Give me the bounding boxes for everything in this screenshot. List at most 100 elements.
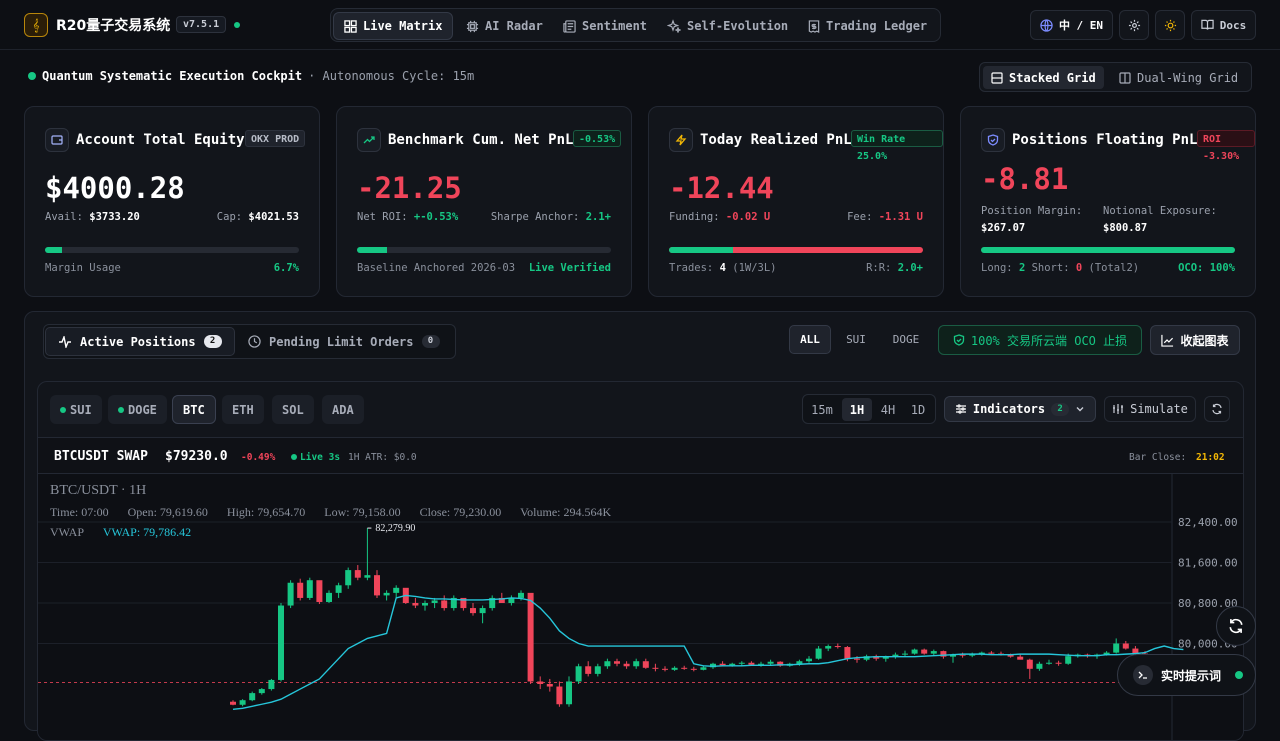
candle-body (527, 592, 534, 682)
candle-body (662, 668, 668, 670)
atr-value: 1H ATR: $0.0 (348, 452, 417, 463)
bar-close-label: Bar Close: (1129, 452, 1187, 463)
margin-usage-footer: Margin Usage 6.7% (45, 262, 299, 274)
newspaper-icon (563, 19, 576, 33)
prompt-status-dot (1235, 671, 1244, 679)
nav-live-matrix[interactable]: Live Matrix (333, 12, 454, 40)
margin-usage-value: 6.7% (273, 262, 299, 274)
candle-body (748, 662, 755, 665)
coin-tab-eth[interactable]: ETH (222, 395, 264, 424)
view-label: Dual-Wing Grid (1137, 70, 1239, 85)
benchmark-pnl-value: -21.25 (357, 171, 462, 205)
margin-usage-fill (45, 247, 63, 253)
ticker-strip: BTCUSDT SWAP $79230.0 -0.49% Live 3s 1H … (38, 437, 1243, 474)
coin-tab-sol[interactable]: SOL (272, 395, 314, 424)
theme-toggle-button[interactable] (1155, 10, 1185, 40)
candle-body (374, 575, 380, 596)
available-balance: Avail: $3733.20 (45, 211, 140, 223)
filter-sui[interactable]: SUI (837, 325, 875, 354)
price-chart[interactable]: 82,400.00 81,600.00 80,800.00 80,000.00 82,2… (38, 474, 1243, 740)
refresh-chart-button[interactable] (1204, 396, 1230, 422)
coin-tab-ada[interactable]: ADA (322, 395, 364, 424)
vwap-line (232, 594, 1184, 711)
coin-tab-sui[interactable]: SUI (50, 395, 102, 424)
candle-body (614, 661, 620, 664)
candle-body (575, 666, 582, 682)
refresh-icon (1228, 618, 1244, 634)
candle-body (671, 667, 678, 670)
capital: Cap: $4021.53 (216, 211, 299, 223)
candle-body (1122, 643, 1129, 649)
activity-icon (58, 335, 72, 348)
coin-tab-btc[interactable]: BTC (172, 395, 216, 424)
chart-legend-title: BTC/USDT · 1H (50, 483, 147, 498)
nav-label: AI Radar (485, 19, 543, 33)
chart-vwap-legend: VWAP VWAP: 79,786.42 (50, 525, 207, 540)
card-title-text: Positions Floating PnL (1012, 132, 1198, 148)
timeframe-1h[interactable]: 1H (842, 398, 872, 421)
candle-body (681, 667, 688, 669)
candle-body (854, 658, 860, 660)
view-stacked-grid[interactable]: Stacked Grid (983, 66, 1104, 89)
margin-usage-label: Margin Usage (45, 262, 121, 274)
timeframe-1d[interactable]: 1D (903, 398, 933, 421)
timeframe-4h[interactable]: 4H (873, 398, 903, 421)
settings-button[interactable] (1119, 10, 1149, 40)
card-realized-pnl: Today Realized PnL Win Rate 25.0% -12.44… (648, 106, 944, 297)
candle-body (796, 661, 803, 664)
candle-body (230, 701, 236, 705)
realized-details: Funding: -0.02 U Fee: -1.31 U (669, 211, 923, 223)
win-fill (669, 247, 733, 253)
candle-body (834, 646, 841, 648)
equity-value: $4000.28 (45, 171, 185, 205)
nav-sentiment[interactable]: Sentiment (553, 12, 657, 40)
main-nav: Live Matrix AI Radar Sentiment Self-Evol… (330, 8, 941, 42)
top-navbar: 𝄞 R20量子交易系统 v7.5.1 Live Matrix AI Radar … (0, 0, 1280, 50)
legend-vwap-label: VWAP (50, 525, 85, 539)
nav-ai-radar[interactable]: AI Radar (456, 12, 553, 40)
language-toggle[interactable]: 中 / EN (1030, 10, 1113, 40)
margin-usage-bar (45, 247, 299, 253)
nav-self-evolution[interactable]: Self-Evolution (657, 12, 798, 40)
card-title: Account Total Equity (45, 128, 245, 152)
candle-body (930, 651, 937, 654)
position-dot (60, 406, 66, 413)
filter-doge[interactable]: DOGE (883, 325, 929, 354)
indicators-dropdown[interactable]: Indicators 2 (944, 396, 1096, 422)
nav-trading-ledger[interactable]: Trading Ledger (798, 12, 937, 40)
positions-tabs: Active Positions 2 Pending Limit Orders … (43, 324, 456, 359)
tab-pending-limit-orders[interactable]: Pending Limit Orders 0 (236, 327, 452, 356)
simulate-button[interactable]: Simulate (1104, 396, 1196, 422)
high-marker-label: 82,279.90 (375, 523, 415, 534)
simulate-label: Simulate (1130, 402, 1188, 416)
candle-body (652, 667, 659, 669)
candle-body (690, 668, 697, 670)
book-icon (1201, 19, 1214, 31)
timeframe-selector: 15m 1H 4H 1D (802, 394, 936, 424)
ticker-price: $79230.0 (165, 449, 228, 464)
ticker-change: -0.49% (241, 452, 276, 463)
nav-label: Live Matrix (363, 19, 443, 33)
candle-body (1113, 643, 1120, 653)
sliders-icon (955, 403, 967, 415)
realized-pnl-value: -12.44 (669, 171, 774, 205)
timeframe-15m[interactable]: 15m (807, 398, 837, 421)
realtime-prompt-button[interactable]: 实时提示词 (1117, 654, 1256, 696)
bar-close-time: 21:02 (1196, 452, 1225, 463)
card-title: Benchmark Cum. Net PnL (357, 128, 573, 152)
filter-all[interactable]: ALL (789, 325, 831, 354)
sync-floating-button[interactable] (1216, 606, 1256, 646)
collapse-chart-button[interactable]: 收起图表 (1150, 325, 1240, 355)
coin-tab-doge[interactable]: DOGE (108, 395, 167, 424)
candle-body (479, 608, 486, 614)
candle-body (719, 663, 726, 666)
tab-active-positions[interactable]: Active Positions 2 (45, 327, 235, 356)
candle-body (902, 653, 908, 655)
version-badge: v7.5.1 (176, 16, 227, 33)
candle-body (326, 592, 332, 602)
view-dual-wing-grid[interactable]: Dual-Wing Grid (1111, 66, 1246, 89)
card-title-text: Today Realized PnL (700, 132, 852, 148)
candle-body (383, 592, 390, 596)
benchmark-footer: Baseline Anchored 2026-03 Live Verified (357, 262, 611, 274)
docs-button[interactable]: Docs (1191, 10, 1256, 40)
